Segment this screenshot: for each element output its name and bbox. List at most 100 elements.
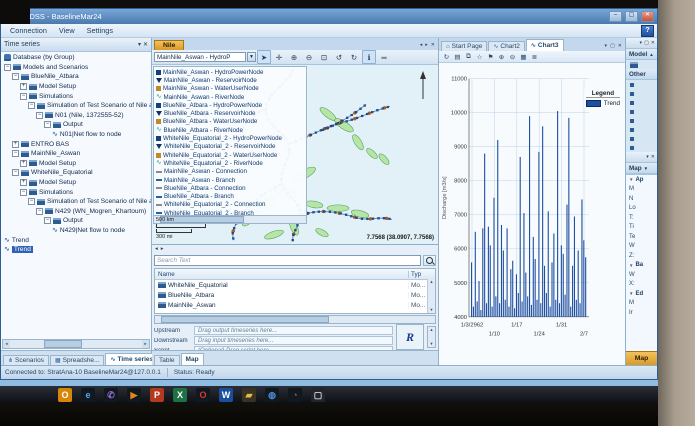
tree-item[interactable]: +Model Setup — [1, 178, 151, 188]
zoom-out-icon[interactable]: ⊖ — [508, 53, 517, 61]
zoom-window-icon[interactable]: ⊡ — [317, 50, 331, 64]
select-pointer-icon[interactable]: ➤ — [257, 50, 271, 64]
layer-item[interactable]: MainNile_Aswan - WaterUserNode — [154, 85, 306, 93]
tab-scenarios[interactable]: ⋔Scenarios — [3, 355, 49, 365]
pin-icon[interactable]: ▾ — [646, 154, 649, 160]
tree-item[interactable]: ∿N01|Net flow to node — [1, 130, 151, 140]
maximize-icon[interactable]: ▢ — [644, 40, 649, 46]
map-property[interactable]: ▼Ba — [626, 261, 657, 271]
script-button[interactable]: R — [396, 324, 424, 350]
flag-icon[interactable]: ⚑ — [486, 53, 495, 61]
other-tree-item[interactable] — [626, 125, 657, 134]
minimize-icon[interactable]: – — [609, 11, 622, 22]
close-icon[interactable]: ✕ — [143, 41, 148, 49]
layer-item[interactable]: BlueNile_Atbara - Branch — [154, 192, 306, 200]
table-row[interactable]: WhiteNile_EquatorialMo... — [155, 280, 435, 290]
layer-item[interactable]: BlueNile_Atbara - WaterUserNode — [154, 118, 306, 126]
expander-icon[interactable]: − — [12, 169, 19, 176]
search-input[interactable] — [154, 255, 421, 266]
layer-item[interactable]: WhiteNile_Equatorial_2 - WaterUserNode — [154, 151, 306, 159]
map-property[interactable]: Lo — [626, 204, 657, 214]
menu-item-connection[interactable]: Connection — [5, 25, 52, 36]
layer-item[interactable]: WhiteNile_Equatorial_2 - Connection — [154, 201, 306, 209]
maximize-icon[interactable]: ▢ — [625, 11, 638, 22]
expander-icon[interactable]: − — [12, 150, 19, 157]
tree-item[interactable]: ∿Trend — [1, 235, 151, 245]
table-row[interactable]: MainNile_AswanMo... — [155, 300, 435, 310]
map-props-header[interactable]: Map▼ — [626, 163, 657, 174]
app-window-icon[interactable]: ▢ — [311, 388, 325, 402]
help-icon[interactable]: ? — [641, 25, 654, 37]
layer-item[interactable]: MainNile_Aswan - HydroPowerNode — [154, 68, 306, 76]
outlook-icon[interactable]: O — [58, 388, 72, 402]
sidebar-map-tab[interactable]: Map — [626, 351, 657, 365]
powerpoint-icon[interactable]: P — [150, 388, 164, 402]
expander-icon[interactable]: − — [44, 121, 51, 128]
map-property[interactable]: Ir — [626, 308, 657, 318]
expander-icon[interactable]: − — [36, 208, 43, 215]
chevron-down-icon[interactable]: ▼ — [247, 52, 256, 62]
folder-icon[interactable]: ▰ — [242, 388, 256, 402]
drop-target[interactable]: Drag input timeseries here... — [194, 336, 393, 345]
opera-icon[interactable]: O — [196, 388, 210, 402]
expander-icon[interactable]: − — [4, 64, 11, 71]
measure-icon[interactable]: ═ — [377, 50, 391, 64]
scroll-right-icon[interactable]: ▸ — [424, 41, 429, 50]
scroll-right-icon[interactable]: ▸ — [142, 340, 149, 348]
map-property[interactable]: Te — [626, 232, 657, 242]
other-tree-item[interactable] — [626, 107, 657, 116]
title-bar[interactable]: NB DSS - BaselineMar24 – ▢ ✕ — [1, 9, 657, 24]
tab-chart2[interactable]: ∿Chart2 — [488, 41, 525, 51]
expander-icon[interactable]: − — [36, 112, 43, 119]
layer-item[interactable]: WhiteNile_Equatorial_2 - HydroPowerNode — [154, 134, 306, 142]
tree-item[interactable]: −Simulation of Test Scenario of Nile at … — [1, 197, 151, 207]
tab-nile[interactable]: Nile — [154, 40, 184, 50]
tree-item[interactable]: +Model Setup — [1, 82, 151, 92]
tree-item[interactable]: −Simulations — [1, 91, 151, 101]
map-property[interactable]: N — [626, 194, 657, 204]
map-canvas[interactable]: MainNile_Aswan - HydroPowerNodeMainNile_… — [152, 65, 438, 244]
viber-icon[interactable]: ✆ — [104, 388, 118, 402]
pan-icon[interactable]: ✛ — [272, 50, 286, 64]
expander-icon[interactable]: + — [20, 160, 27, 167]
tree-item[interactable]: ∿N429|Net flow to node — [1, 226, 151, 236]
horizontal-scrollbar[interactable]: ◂ ▸ — [2, 339, 150, 349]
map-property[interactable]: Z: — [626, 251, 657, 261]
other-tree-item[interactable] — [626, 143, 657, 152]
tree-item[interactable]: −Simulations — [1, 187, 151, 197]
model-group-header[interactable]: Model▲ — [626, 49, 657, 60]
map-property[interactable]: X: — [626, 280, 657, 290]
layer-item[interactable]: MainNile_Aswan - ReservoirNode — [154, 76, 306, 84]
expander-icon[interactable]: − — [44, 217, 51, 224]
expander-icon[interactable]: − — [28, 198, 35, 205]
menu-item-settings[interactable]: Settings — [82, 25, 118, 36]
tree-item[interactable]: −BlueNile_Atbara — [1, 72, 151, 82]
chart-area[interactable]: 40005000600070008000900010000110001/3/29… — [439, 63, 625, 365]
table-row[interactable]: BlueNile_AtbaraMo... — [155, 290, 435, 300]
pin-icon[interactable]: ▾ — [640, 40, 643, 46]
map-property[interactable]: W — [626, 242, 657, 252]
tab-map[interactable]: Map — [181, 353, 204, 365]
copy-icon[interactable]: ⧉ — [464, 53, 473, 61]
scroll-left-icon[interactable]: ◂ — [419, 41, 424, 50]
tree-item[interactable]: −N01 (Nile, 1372555-52) — [1, 111, 151, 121]
layer-item[interactable]: ∿WhiteNile_Equatorial_2 - RiverNode — [154, 159, 306, 167]
tree-item[interactable]: +ENTRO BAS — [1, 139, 151, 149]
drop-target[interactable]: Drag output timeseries here... — [194, 326, 393, 335]
layer-item[interactable]: MainNile_Aswan - Branch — [154, 176, 306, 184]
tree-item[interactable]: −MainNile_Aswan — [1, 149, 151, 159]
other-tree-item[interactable] — [626, 116, 657, 125]
google-earth-icon[interactable]: ◍ — [265, 388, 279, 402]
tree-item[interactable]: −N429 (WN_Mogren_Khartoum) — [1, 207, 151, 217]
scroll-left-icon[interactable]: ◂ — [3, 340, 10, 348]
expander-icon[interactable]: − — [20, 93, 27, 100]
other-tree-item[interactable] — [626, 98, 657, 107]
drop-area-vscrollbar[interactable]: ▲▼ — [427, 326, 436, 348]
zoom-out-icon[interactable]: ⊖ — [302, 50, 316, 64]
tab-start-page[interactable]: ⌂Start Page — [441, 41, 487, 51]
tree-item[interactable]: ∿Trend — [1, 245, 151, 255]
close-icon[interactable]: ✕ — [651, 154, 655, 160]
map-property[interactable]: ▼Ed — [626, 289, 657, 299]
expander-icon[interactable]: − — [12, 73, 19, 80]
star-icon[interactable]: ☆ — [475, 53, 484, 61]
